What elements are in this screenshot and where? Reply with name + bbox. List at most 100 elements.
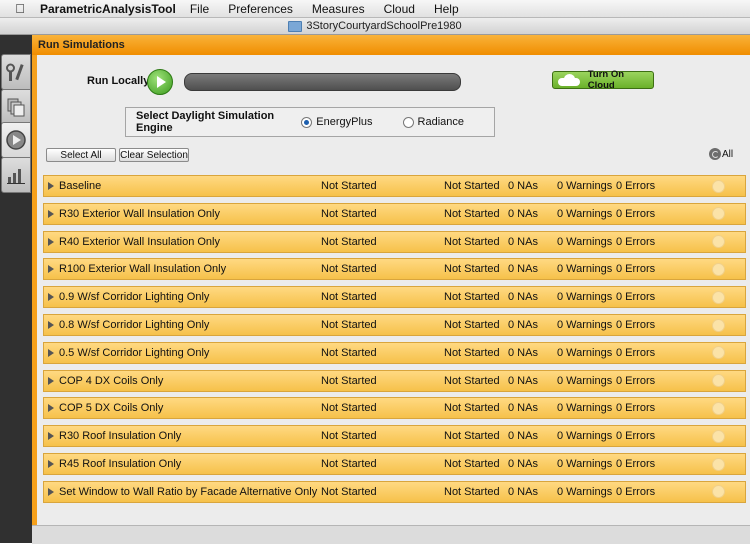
row-warnings: 0 Warnings — [557, 485, 613, 498]
simulation-row[interactable]: R100 Exterior Wall Insulation Only Not St… — [43, 258, 746, 281]
expand-arrow-icon[interactable] — [48, 487, 54, 496]
row-status-secondary: Not Started — [444, 458, 500, 470]
row-errors: 0 Errors — [616, 458, 656, 470]
simulation-row[interactable]: COP 5 DX Coils Only Not Started Not Starte… — [43, 397, 746, 420]
row-nas: 0 NAs — [508, 458, 538, 470]
folder-icon — [288, 20, 303, 32]
row-status: Not Started — [321, 374, 377, 387]
row-refresh-icon[interactable] — [712, 429, 725, 443]
window-title: 3StoryCourtyardSchoolPre1980 — [306, 20, 462, 32]
row-nas: 0 NAs — [508, 180, 538, 192]
row-warnings: 0 Warnings — [557, 374, 613, 387]
sidebar-tab-tools[interactable] — [1, 54, 31, 90]
row-refresh-icon[interactable] — [712, 346, 725, 360]
clear-selection-button[interactable]: Clear Selection — [119, 148, 189, 162]
row-status-secondary: Not Started — [444, 207, 500, 220]
expand-arrow-icon[interactable] — [48, 182, 54, 190]
all-toggle[interactable]: All — [709, 148, 733, 160]
expand-arrow-icon[interactable] — [48, 432, 54, 441]
row-refresh-icon[interactable] — [712, 290, 725, 304]
row-name: R40 Exterior Wall Insulation Only — [59, 235, 220, 248]
row-warnings: 0 Warnings — [557, 402, 613, 415]
row-nas: 0 NAs — [508, 263, 538, 276]
expand-arrow-icon[interactable] — [48, 404, 54, 413]
simulation-row[interactable]: COP 4 DX Coils Only Not Started Not Starte… — [43, 369, 746, 392]
row-name: 0.8 W/sf Corridor Lighting Only — [59, 319, 210, 331]
engine-option-energyplus[interactable]: EnergyPlus — [301, 116, 373, 128]
row-errors: 0 Errors — [616, 319, 656, 331]
row-name: R100 Exterior Wall Insulation Only — [59, 263, 227, 276]
row-status-secondary: Not Started — [444, 291, 500, 304]
row-refresh-icon[interactable] — [712, 374, 725, 388]
row-name: 0.5 W/sf Corridor Lighting Only — [59, 346, 210, 359]
radio-radiance[interactable] — [402, 116, 414, 128]
expand-arrow-icon[interactable] — [48, 348, 54, 357]
row-status: Not Started — [321, 291, 377, 304]
expand-arrow-icon[interactable] — [48, 265, 54, 274]
expand-arrow-icon[interactable] — [48, 237, 54, 246]
energyplus-label: EnergyPlus — [316, 116, 373, 128]
expand-arrow-icon[interactable] — [48, 293, 54, 302]
apple-icon[interactable]:  — [0, 1, 40, 16]
expand-arrow-icon[interactable] — [48, 209, 54, 218]
row-nas: 0 NAs — [508, 319, 538, 331]
row-warnings: 0 Warnings — [557, 458, 613, 470]
row-refresh-icon[interactable] — [712, 235, 725, 249]
row-errors: 0 Errors — [616, 346, 656, 359]
row-refresh-icon[interactable] — [712, 262, 725, 276]
menu-measures[interactable]: Measures — [312, 2, 365, 16]
expand-arrow-icon[interactable] — [48, 460, 54, 468]
simulation-row[interactable]: R40 Exterior Wall Insulation Only Not Sta… — [43, 230, 746, 253]
row-refresh-icon[interactable] — [712, 207, 725, 221]
menu-file[interactable]: File — [190, 2, 209, 16]
row-warnings: 0 Warnings — [557, 207, 613, 220]
row-status-secondary: Not Started — [444, 180, 500, 192]
simulation-row[interactable]: Set Window to Wall Ratio by Facade Alter… — [43, 480, 746, 503]
expand-arrow-icon[interactable] — [48, 376, 54, 385]
menu-help[interactable]: Help — [434, 2, 459, 16]
radiance-label: Radiance — [417, 116, 464, 128]
simulation-row[interactable]: 0.8 W/sf Corridor Lighting Only Not Start… — [43, 314, 746, 336]
row-refresh-icon[interactable] — [712, 179, 725, 193]
expand-arrow-icon[interactable] — [48, 321, 54, 329]
select-all-button[interactable]: Select All — [46, 148, 116, 162]
refresh-all-icon[interactable] — [709, 148, 721, 160]
row-errors: 0 Errors — [616, 402, 656, 415]
engine-option-radiance[interactable]: Radiance — [402, 116, 464, 128]
stacked-pages-icon — [7, 98, 25, 117]
row-errors: 0 Errors — [616, 180, 656, 192]
row-nas: 0 NAs — [508, 346, 538, 359]
run-locally-button[interactable] — [147, 69, 173, 95]
sidebar-tab-results[interactable] — [1, 157, 31, 193]
row-status-secondary: Not Started — [444, 374, 500, 387]
row-status-secondary: Not Started — [444, 485, 500, 498]
row-status-secondary: Not Started — [444, 346, 500, 359]
engine-label: Select Daylight Simulation Engine — [136, 110, 275, 134]
row-warnings: 0 Warnings — [557, 430, 613, 443]
row-warnings: 0 Warnings — [557, 291, 613, 304]
simulation-row[interactable]: R30 Roof Insulation Only Not Started Not S… — [43, 425, 746, 448]
radio-energyplus[interactable] — [301, 116, 313, 128]
cloud-button-label: Turn On Cloud — [587, 69, 625, 91]
simulation-row[interactable]: Baseline Not Started Not Started 0 NAs 0 War… — [43, 175, 746, 197]
menu-cloud[interactable]: Cloud — [384, 2, 415, 16]
menu-app-name[interactable]: ParametricAnalysisTool — [40, 2, 176, 16]
tools-icon — [6, 63, 24, 81]
row-refresh-icon[interactable] — [712, 457, 725, 471]
simulation-row[interactable]: 0.5 W/sf Corridor Lighting Only Not Start… — [43, 341, 746, 364]
simulation-row[interactable]: R30 Exterior Wall Insulation Only Not Sta… — [43, 202, 746, 225]
row-status: Not Started — [321, 319, 377, 331]
row-refresh-icon[interactable] — [712, 485, 725, 499]
menu-preferences[interactable]: Preferences — [228, 2, 293, 16]
row-refresh-icon[interactable] — [712, 401, 725, 415]
row-nas: 0 NAs — [508, 235, 538, 248]
sidebar-tab-run[interactable] — [1, 122, 31, 158]
simulation-row[interactable]: 0.9 W/sf Corridor Lighting Only Not Start… — [43, 286, 746, 309]
sidebar — [0, 35, 32, 525]
row-refresh-icon[interactable] — [712, 318, 725, 332]
sidebar-tab-measures[interactable] — [1, 89, 31, 125]
row-status-secondary: Not Started — [444, 402, 500, 415]
simulation-row[interactable]: R45 Roof Insulation Only Not Started Not S… — [43, 453, 746, 475]
bar-chart-icon — [7, 169, 25, 184]
turn-on-cloud-button[interactable]: Turn On Cloud — [552, 69, 654, 91]
